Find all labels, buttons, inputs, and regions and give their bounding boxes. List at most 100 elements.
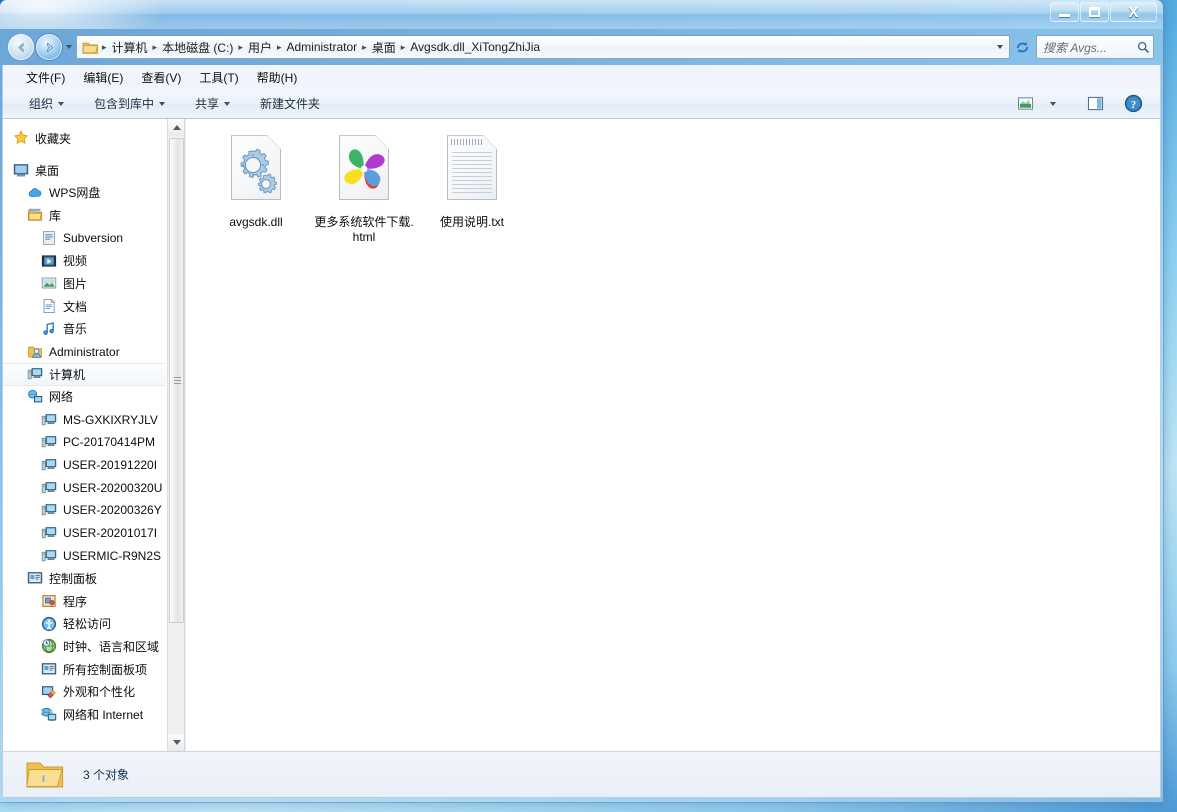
network-internet-icon [41,707,57,723]
file-item[interactable]: avgsdk.dll [204,129,308,245]
breadcrumb-item-3[interactable]: Administrator [283,39,360,55]
new-folder-button[interactable]: 新建文件夹 [252,91,328,116]
explorer-window: X ▸ 计算机 ▸ 本地磁盘 (C:) ▸ 用户 ▸ Administrator… [0,0,1163,802]
ease-of-access-icon [41,616,57,632]
sidebar-item-19[interactable]: 控制面板 [3,567,166,590]
sidebar-item-label: 文档 [63,299,88,314]
programs-icon [41,593,57,609]
sidebar-item-13[interactable]: PC-20170414PM [3,431,166,454]
breadcrumb-item-4[interactable]: 桌面 [369,38,399,57]
sidebar-item-15[interactable]: USER-20200320U [3,476,166,499]
sidebar-item-4[interactable]: Subversion [3,227,166,250]
breadcrumb-separator[interactable]: ▸ [236,42,245,53]
sidebar-item-label: 轻松访问 [63,617,112,632]
change-view-button[interactable] [1012,92,1038,116]
menu-file[interactable]: 文件(F) [17,66,74,89]
html-pinwheel-icon [330,133,398,209]
sidebar-item-6[interactable]: 图片 [3,272,166,295]
scroll-up-button[interactable] [168,119,184,136]
sidebar-item-0[interactable]: 收藏夹 [3,127,166,150]
sidebar-item-label: MS-GXKIXRYJLV [63,412,158,427]
preview-pane-button[interactable] [1082,92,1108,116]
back-button[interactable] [8,34,34,60]
sidebar-item-7[interactable]: 文档 [3,295,166,318]
search-box[interactable]: 搜索 Avgs... [1036,35,1154,59]
breadcrumb-item-5[interactable]: Avgsdk.dll_XiTongZhiJia [407,39,543,55]
menu-tools[interactable]: 工具(T) [190,66,247,89]
close-button[interactable]: X [1110,2,1157,22]
include-in-library-button[interactable]: 包含到库中 [86,91,173,116]
folder-icon [82,40,99,55]
address-bar[interactable]: ▸ 计算机 ▸ 本地磁盘 (C:) ▸ 用户 ▸ Administrator ▸… [76,35,1010,59]
breadcrumb-item-2[interactable]: 用户 [245,38,275,57]
change-view-dropdown[interactable] [1040,92,1066,116]
sidebar-item-22[interactable]: 时钟、语言和区域 [3,635,166,658]
sidebar-item-9[interactable]: Administrator [3,340,166,363]
sidebar-item-18[interactable]: USERMIC-R9N2S [3,544,166,567]
forward-arrow-icon [46,42,53,52]
sidebar-item-3[interactable]: 库 [3,204,166,227]
sidebar-item-21[interactable]: 轻松访问 [3,612,166,635]
computer-icon [41,548,57,564]
file-item[interactable]: 更多系统软件下载.html [312,129,416,245]
sidebar-item-20[interactable]: 程序 [3,590,166,613]
sidebar-item-24[interactable]: 外观和个性化 [3,681,166,704]
sidebar-item-17[interactable]: USER-20201017I [3,522,166,545]
sidebar-item-label: Subversion [63,231,124,246]
forward-button[interactable] [36,34,62,60]
sidebar-item-5[interactable]: 视频 [3,249,166,272]
title-bar[interactable]: X [0,0,1163,29]
breadcrumb-item-1[interactable]: 本地磁盘 (C:) [159,38,236,57]
file-name: 更多系统软件下载.html [314,215,414,244]
minimize-button[interactable] [1050,2,1079,22]
breadcrumb-separator[interactable]: ▸ [275,42,284,53]
menu-view[interactable]: 查看(V) [132,66,190,89]
sidebar-item-14[interactable]: USER-20191220I [3,454,166,477]
sidebar-item-16[interactable]: USER-20200326Y [3,499,166,522]
search-input[interactable]: 搜索 Avgs... [1043,39,1137,56]
sidebar-item-23[interactable]: 所有控制面板项 [3,658,166,681]
maximize-button[interactable] [1080,2,1109,22]
breadcrumb-separator[interactable]: ▸ [360,42,369,53]
refresh-button[interactable] [1011,35,1033,59]
refresh-icon [1016,41,1028,53]
address-dropdown-button[interactable] [991,36,1008,58]
chevron-down-icon [996,45,1003,49]
close-icon: X [1128,3,1139,21]
library-icon [27,207,43,223]
breadcrumb-separator[interactable]: ▸ [151,42,160,53]
cloud-icon [27,185,43,201]
navigation-scrollbar[interactable] [167,119,184,751]
control-panel-icon [27,570,43,586]
sidebar-item-label: USER-20200326Y [63,503,162,518]
file-item[interactable]: 使用说明.txt [420,129,524,245]
history-dropdown-button[interactable] [62,34,75,60]
computer-icon [41,525,57,541]
sidebar-item-label: 音乐 [63,322,88,337]
sidebar-item-label: 控制面板 [49,571,98,586]
sidebar-item-25[interactable]: 网络和 Internet [3,703,166,726]
help-button[interactable]: ? [1120,92,1146,116]
sidebar-item-2[interactable]: WPS网盘 [3,181,166,204]
sidebar-item-8[interactable]: 音乐 [3,318,166,341]
scrollbar-thumb[interactable] [169,138,184,623]
status-bar: 3 个对象 [2,751,1161,798]
sidebar-item-10[interactable]: 计算机 [3,362,166,386]
menu-edit[interactable]: 编辑(E) [74,66,132,89]
organize-button[interactable]: 组织 [21,91,72,116]
share-button[interactable]: 共享 [187,91,238,116]
breadcrumb-separator[interactable]: ▸ [399,42,408,53]
sidebar-item-label: 时钟、语言和区域 [63,639,160,654]
scroll-down-button[interactable] [168,734,184,751]
sidebar-item-11[interactable]: 网络 [3,386,166,409]
menu-help[interactable]: 帮助(H) [248,66,307,89]
breadcrumb-item-0[interactable]: 计算机 [109,38,151,57]
sidebar-item-1[interactable]: 桌面 [3,159,166,182]
chevron-up-icon [172,125,181,130]
status-text: 3 个对象 [83,768,130,782]
window-controls: X [1049,2,1157,23]
file-list[interactable]: avgsdk.dll 更多系统软件下载.html 使用说明.txt [186,119,1160,751]
explorer-content: 收藏夹桌面 WPS网盘库 Subversion 视频 图片文档音乐 Administrat… [2,119,1161,751]
sidebar-item-label: WPS网盘 [49,186,101,201]
sidebar-item-12[interactable]: MS-GXKIXRYJLV [3,408,166,431]
